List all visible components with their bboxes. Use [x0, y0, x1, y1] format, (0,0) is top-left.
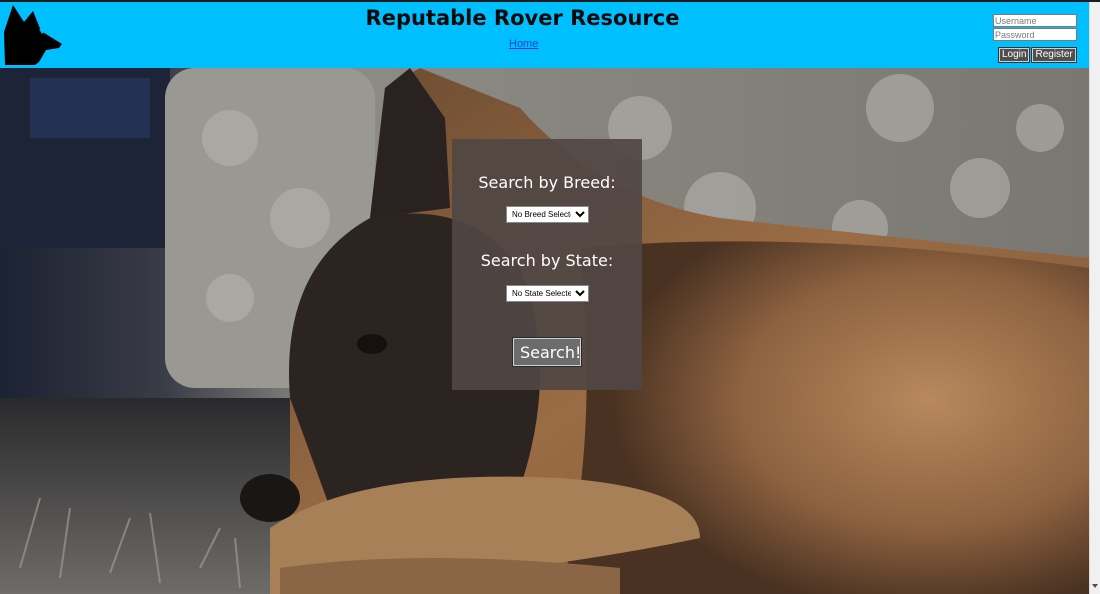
vertical-scrollbar[interactable] — [1089, 2, 1100, 594]
site-header: Reputable Rover Resource Home LoginRegis… — [0, 2, 1089, 68]
login-buttons: Login Register — [997, 44, 1079, 63]
login-form: LoginRegister — [993, 14, 1077, 63]
state-search-heading: Search by State: — [480, 251, 614, 270]
breed-search-heading: Search by Breed: — [478, 173, 616, 192]
login-button[interactable]: Login — [997, 47, 1031, 63]
search-panel: Search by Breed: No Breed Selected Searc… — [452, 139, 642, 390]
search-button[interactable]: Search! — [512, 337, 582, 367]
scroll-down-arrow-icon[interactable] — [1092, 584, 1098, 588]
username-input[interactable] — [993, 14, 1077, 27]
home-link[interactable]: Home — [509, 38, 538, 50]
password-input[interactable] — [993, 28, 1077, 41]
register-button[interactable]: Register — [1031, 47, 1077, 63]
breed-select[interactable]: No Breed Selected — [506, 206, 589, 223]
state-select[interactable]: No State Selected — [506, 285, 589, 302]
site-title: Reputable Rover Resource — [365, 6, 680, 30]
